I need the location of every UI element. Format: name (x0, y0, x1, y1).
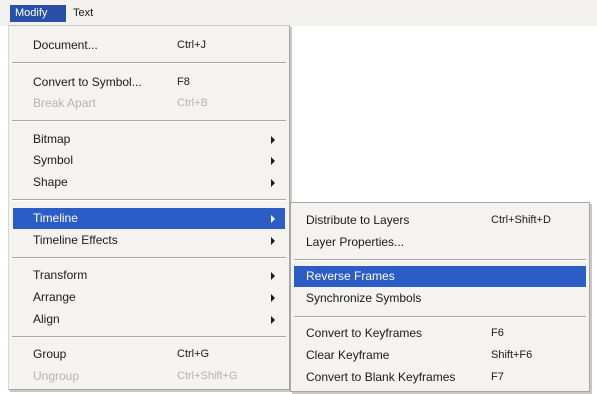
menu-item-label: Bitmap (33, 132, 71, 146)
menu-text[interactable]: Text (68, 5, 106, 22)
menu-item-shortcut: Ctrl+J (177, 39, 207, 51)
timeline-submenu: Distribute to Layers Ctrl+Shift+D Layer … (290, 202, 590, 392)
menu-item-timeline[interactable]: Timeline (13, 208, 285, 229)
modify-menu: Document... Ctrl+J Convert to Symbol... … (8, 25, 290, 390)
menu-item-label: Ungroup (33, 369, 80, 383)
menu-item-label: Timeline (33, 211, 78, 225)
menu-item-group[interactable]: Group Ctrl+G (13, 344, 285, 365)
menu-item-shortcut: Ctrl+B (177, 97, 208, 109)
menu-item-label: Group (33, 347, 67, 361)
menu-item-label: Convert to Symbol... (33, 75, 142, 89)
menu-item-convert-to-blank-keyframes[interactable]: Convert to Blank Keyframes F7 (294, 367, 586, 388)
menu-item-arrange[interactable]: Arrange (13, 287, 285, 308)
menu-item-label: Arrange (33, 290, 76, 304)
menu-item-clear-keyframe[interactable]: Clear Keyframe Shift+F6 (294, 345, 586, 366)
menu-item-label: Break Apart (33, 96, 96, 110)
menu-item-timeline-effects[interactable]: Timeline Effects (13, 230, 285, 251)
submenu-arrow-icon (271, 272, 275, 280)
menu-item-shortcut: Shift+F6 (491, 349, 533, 361)
menu-item-label: Convert to Keyframes (306, 326, 423, 340)
submenu-arrow-icon (271, 136, 275, 144)
menu-bar: Modify Text (0, 0, 597, 26)
menu-modify[interactable]: Modify (10, 5, 66, 22)
submenu-arrow-icon (271, 316, 275, 324)
submenu-arrow-icon (271, 294, 275, 302)
menu-item-label: Distribute to Layers (306, 213, 410, 227)
menu-separator (12, 257, 286, 259)
menu-item-ungroup[interactable]: Ungroup Ctrl+Shift+G (13, 366, 285, 387)
menu-item-label: Transform (33, 268, 88, 282)
menu-item-label: Document... (33, 38, 98, 52)
submenu-arrow-icon (271, 215, 275, 223)
menu-item-shape[interactable]: Shape (13, 172, 285, 193)
submenu-arrow-icon (271, 237, 275, 245)
menu-separator (294, 259, 586, 261)
submenu-arrow-icon (271, 157, 275, 165)
menu-item-label: Timeline Effects (33, 233, 118, 247)
menu-item-shortcut: F8 (177, 76, 190, 88)
menu-item-reverse-frames[interactable]: Reverse Frames (294, 266, 586, 287)
menu-item-label: Symbol (33, 153, 74, 167)
submenu-arrow-icon (271, 179, 275, 187)
menu-separator (12, 62, 286, 64)
menu-item-label: Convert to Blank Keyframes (306, 370, 456, 384)
menu-item-label: Align (33, 312, 60, 326)
menu-item-shortcut: Ctrl+Shift+G (177, 370, 238, 382)
menu-separator (12, 120, 286, 122)
menu-item-bitmap[interactable]: Bitmap (13, 129, 285, 150)
menu-item-transform[interactable]: Transform (13, 265, 285, 286)
menu-item-align[interactable]: Align (13, 309, 285, 330)
menu-item-break-apart[interactable]: Break Apart Ctrl+B (13, 93, 285, 114)
menu-item-symbol[interactable]: Symbol (13, 150, 285, 171)
menu-item-layer-properties[interactable]: Layer Properties... (294, 232, 586, 253)
menu-item-document[interactable]: Document... Ctrl+J (13, 35, 285, 56)
menu-item-distribute-to-layers[interactable]: Distribute to Layers Ctrl+Shift+D (294, 210, 586, 231)
menu-item-label: Synchronize Symbols (306, 291, 422, 305)
menu-item-convert-to-keyframes[interactable]: Convert to Keyframes F6 (294, 323, 586, 344)
menu-separator (12, 336, 286, 338)
menu-item-label: Clear Keyframe (306, 348, 390, 362)
menu-item-shortcut: F6 (491, 327, 504, 339)
menu-item-label: Reverse Frames (306, 269, 395, 283)
menu-item-shortcut: Ctrl+G (177, 348, 210, 360)
menu-item-label: Layer Properties... (306, 235, 405, 249)
menu-separator (294, 316, 586, 318)
menu-item-shortcut: Ctrl+Shift+D (491, 214, 551, 226)
menu-item-convert-to-symbol[interactable]: Convert to Symbol... F8 (13, 72, 285, 93)
menu-item-label: Shape (33, 175, 68, 189)
menu-item-synchronize-symbols[interactable]: Synchronize Symbols (294, 288, 586, 309)
menu-separator (12, 199, 286, 201)
menu-item-shortcut: F7 (491, 371, 504, 383)
